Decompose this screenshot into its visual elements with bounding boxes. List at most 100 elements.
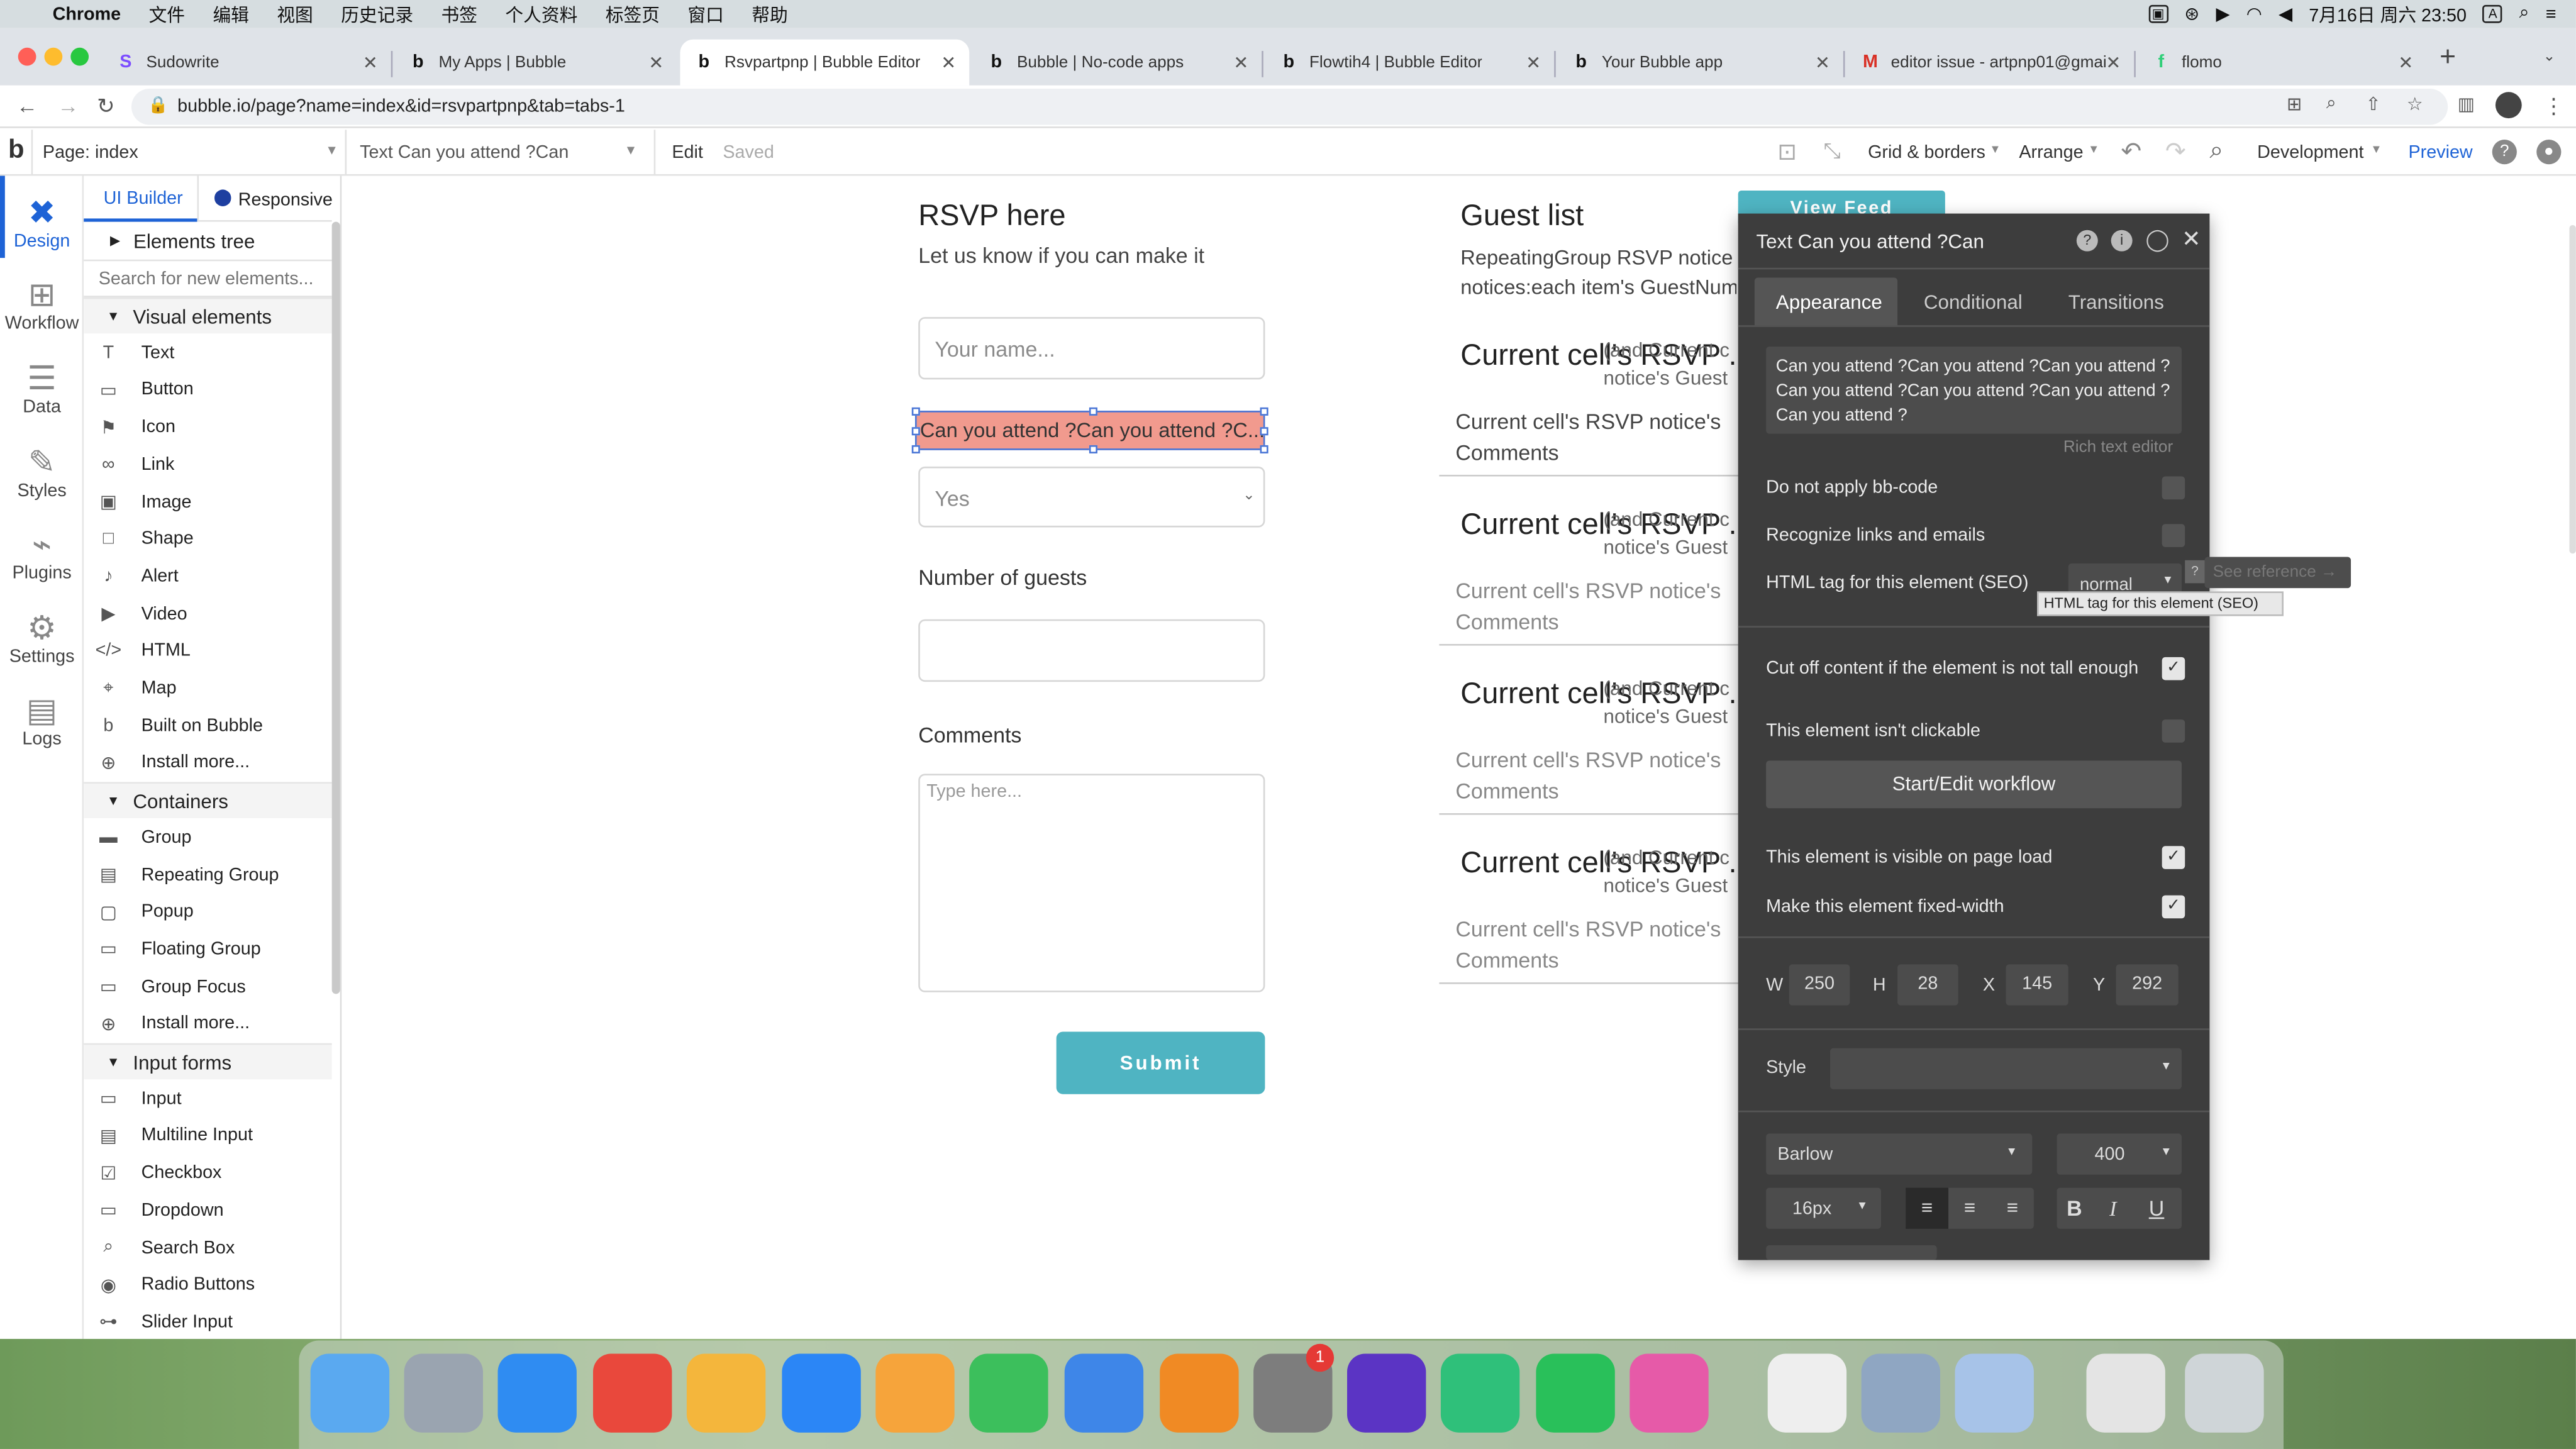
- canvas-scrollbar[interactable]: [2569, 225, 2576, 554]
- gift-icon[interactable]: ⊡: [1777, 138, 1797, 165]
- tab-close-icon[interactable]: ✕: [2398, 52, 2413, 73]
- grid-borders-menu[interactable]: Grid & borders: [1868, 143, 1985, 162]
- chrome-icon[interactable]: [593, 1353, 672, 1433]
- guests-label[interactable]: Number of guests: [918, 565, 1087, 590]
- elements-tree-toggle[interactable]: ▶ Elements tree: [84, 222, 332, 262]
- element-container-3[interactable]: ▭ Floating Group: [84, 931, 331, 967]
- m-app-icon[interactable]: [1347, 1353, 1426, 1433]
- resize-handle[interactable]: [1259, 426, 1268, 435]
- tab-close-icon[interactable]: ✕: [363, 52, 378, 73]
- rsvp-subtitle[interactable]: Let us know if you can make it: [918, 243, 1204, 268]
- tab-transitions[interactable]: Transitions: [2068, 291, 2164, 314]
- mail-icon[interactable]: [1955, 1353, 2034, 1433]
- element-input-3[interactable]: ▭ Dropdown: [84, 1192, 331, 1228]
- edit-menu[interactable]: Edit: [672, 143, 703, 162]
- repeating-group-cell[interactable]: Current cell's RSVP ... (and Current c no…: [1439, 669, 1741, 833]
- element-visual-3[interactable]: ∞ Link: [84, 447, 331, 482]
- tab-conditional[interactable]: Conditional: [1924, 291, 2023, 314]
- tab-close-icon[interactable]: ✕: [941, 52, 956, 73]
- pages-icon[interactable]: [875, 1353, 955, 1433]
- browser-tab-4[interactable]: b Flowtih4 | Bubble Editor ✕: [1265, 40, 1554, 86]
- tab-responsive[interactable]: Responsive: [238, 191, 333, 210]
- user-account-icon[interactable]: ●: [2536, 140, 2562, 165]
- repeating-group-cell[interactable]: Current cell's RSVP ... (and Current c no…: [1439, 330, 1741, 494]
- menu-item-2[interactable]: 视图: [277, 1, 313, 27]
- element-visual-10[interactable]: b Built on Bubble: [84, 708, 331, 743]
- tab-close-icon[interactable]: ✕: [1526, 52, 1541, 73]
- menu-app-name[interactable]: Chrome: [53, 4, 121, 24]
- element-visual-9[interactable]: ⌖ Map: [84, 670, 331, 706]
- element-visual-7[interactable]: ▶ Video: [84, 596, 331, 631]
- preview-icon[interactable]: [1861, 1353, 1941, 1433]
- rsvp-title[interactable]: RSVP here: [918, 199, 1065, 233]
- attend-dropdown[interactable]: Yes ⌄: [918, 466, 1265, 528]
- tab-appearance[interactable]: Appearance: [1776, 291, 1882, 314]
- menu-item-5[interactable]: 个人资料: [505, 1, 577, 27]
- submit-button[interactable]: Submit: [1056, 1031, 1265, 1094]
- comments-label[interactable]: Comments: [918, 723, 1021, 747]
- element-container-4[interactable]: ▭ Group Focus: [84, 969, 331, 1004]
- spotlight-icon[interactable]: ⌕: [2519, 3, 2529, 25]
- nav-workflow[interactable]: ⊞ Workflow: [0, 274, 84, 333]
- close-icon[interactable]: ✕: [2182, 225, 2201, 253]
- nav-settings[interactable]: ⚙ Settings: [0, 608, 84, 667]
- profile-avatar[interactable]: [2495, 92, 2522, 119]
- section-input-forms[interactable]: ▼ Input forms: [84, 1043, 332, 1080]
- environment-selector[interactable]: Development: [2257, 143, 2363, 162]
- x-input[interactable]: 145: [2006, 964, 2068, 1006]
- y-input[interactable]: 292: [2116, 964, 2179, 1006]
- question-icon[interactable]: ?: [2076, 230, 2098, 252]
- chrome-menu-icon[interactable]: ⋮: [2543, 94, 2565, 120]
- bubble-logo-icon[interactable]: b: [8, 136, 25, 166]
- resize-handle[interactable]: [911, 406, 919, 415]
- seo-help-icon[interactable]: ?: [2185, 560, 2205, 584]
- wechat-icon[interactable]: [1536, 1353, 1615, 1433]
- browser-tab-2[interactable]: b Rsvpartpnp | Bubble Editor ✕: [680, 39, 970, 86]
- text-content-editor[interactable]: Can you attend ?Can you attend ?Can you …: [1766, 347, 2182, 434]
- align-center-icon[interactable]: ≡: [1948, 1188, 1991, 1229]
- menu-item-7[interactable]: 窗口: [687, 1, 723, 27]
- browser-tab-5[interactable]: b Your Bubble app ✕: [1557, 40, 1843, 86]
- element-input-4[interactable]: ⌕ Search Box: [84, 1230, 331, 1265]
- menubar-datetime[interactable]: 7月16日 周六 23:50: [2309, 1, 2467, 27]
- back-arrow-icon[interactable]: ←: [16, 94, 38, 118]
- resize-handle[interactable]: [1088, 406, 1097, 415]
- nav-data[interactable]: ☰ Data: [0, 358, 84, 418]
- style-dropdown[interactable]: ▼: [1829, 1048, 2182, 1089]
- input-method-icon[interactable]: A: [2483, 4, 2503, 23]
- height-input[interactable]: 28: [1897, 964, 1958, 1006]
- minimize-window-icon[interactable]: [44, 47, 63, 66]
- browser-tab-1[interactable]: b My Apps | Bubble ✕: [394, 40, 677, 86]
- element-input-0[interactable]: ▭ Input: [84, 1080, 331, 1116]
- books-icon[interactable]: [1160, 1353, 1239, 1433]
- app-store-icon[interactable]: [782, 1353, 861, 1433]
- name-input[interactable]: Your name...: [918, 317, 1265, 380]
- page-selector[interactable]: Page: index: [43, 143, 138, 162]
- font-color-input[interactable]: [1766, 1245, 1937, 1260]
- nav-plugins[interactable]: ⌁ Plugins: [0, 524, 84, 584]
- numbers-icon[interactable]: [969, 1353, 1048, 1433]
- browser-tab-7[interactable]: f flomo ✕: [2137, 40, 2426, 86]
- editor-canvas[interactable]: RSVP here Let us know if you can make it…: [341, 175, 2576, 1339]
- element-visual-11[interactable]: ⊕ Install more...: [84, 745, 331, 780]
- element-container-1[interactable]: ▤ Repeating Group: [84, 857, 331, 892]
- tab-close-icon[interactable]: ✕: [2106, 52, 2121, 73]
- element-selector[interactable]: Text Can you attend ?Can: [360, 143, 569, 162]
- element-visual-8[interactable]: </> HTML: [84, 633, 331, 669]
- close-window-icon[interactable]: [18, 47, 36, 66]
- font-family-dropdown[interactable]: Barlow ▼: [1766, 1133, 2033, 1175]
- tab-search-chevron-icon[interactable]: ⌄: [2543, 48, 2556, 66]
- element-visual-1[interactable]: ▭ Button: [84, 372, 331, 408]
- visible-checkbox[interactable]: ✓: [2162, 846, 2185, 869]
- browser-window-icon[interactable]: [2086, 1353, 2165, 1433]
- resize-handle[interactable]: [911, 444, 919, 453]
- toggle-app-icon[interactable]: [1629, 1353, 1709, 1433]
- play-icon[interactable]: ▶: [2216, 3, 2229, 25]
- element-visual-2[interactable]: ⚑ Icon: [84, 409, 331, 445]
- width-input[interactable]: 250: [1789, 964, 1850, 1006]
- launchpad-icon[interactable]: [404, 1353, 483, 1433]
- rich-text-editor-link[interactable]: Rich text editor: [2063, 438, 2173, 457]
- element-visual-0[interactable]: T Text: [84, 335, 331, 370]
- element-visual-5[interactable]: □ Shape: [84, 521, 331, 557]
- menu-item-6[interactable]: 标签页: [606, 1, 660, 27]
